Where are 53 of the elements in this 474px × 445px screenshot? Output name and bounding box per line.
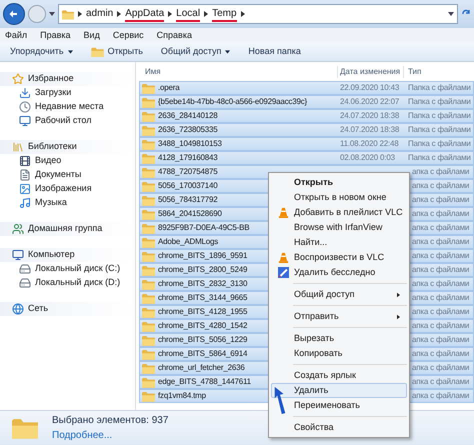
file-name: fzq1vm84.tmp bbox=[158, 390, 206, 402]
file-name: chrome_BITS_5056_1229 bbox=[158, 334, 248, 346]
type-cell: апка с файлами bbox=[412, 222, 470, 234]
file-name: {b5ebe14b-47bb-48c0-a566-e0929aacc39c} bbox=[158, 96, 307, 108]
file-name: 8925F9B7-D0EA-49C5-BB bbox=[158, 222, 250, 234]
date-cell-text: 22.09.2020 10:43 bbox=[339, 82, 400, 94]
file-name: 5864_2041528690 bbox=[158, 208, 222, 220]
file-name: edge_BITS_4788_1447611 bbox=[158, 376, 251, 388]
type-cell-text: Папка с файлами bbox=[407, 124, 471, 136]
file-name: 2636_723805335 bbox=[158, 124, 218, 136]
type-cell: апка с файлами bbox=[412, 306, 470, 318]
type-cell: апка с файлами bbox=[412, 334, 470, 346]
file-name: chrome_BITS_2832_3130 bbox=[158, 278, 248, 290]
file-name: 3488_1049810153 bbox=[158, 138, 222, 150]
type-cell: апка с файлами bbox=[412, 348, 470, 360]
type-cell-text: Папка с файлами bbox=[407, 110, 471, 122]
date-cell-text: 02.08.2020 0:03 bbox=[339, 152, 396, 164]
selection-count: Выбрано элементов: 937 bbox=[52, 414, 168, 428]
date-cell-text: 24.06.2020 22:07 bbox=[339, 96, 400, 108]
date-cell-text: 24.07.2020 18:38 bbox=[339, 110, 400, 122]
file-name: 4128_179160843 bbox=[158, 152, 218, 164]
file-name: chrome_BITS_4128_1955 bbox=[158, 306, 248, 318]
type-cell-text: Папка с файлами bbox=[407, 96, 471, 108]
file-name: 5056_784317792 bbox=[158, 194, 218, 206]
file-name: 4788_720754875 bbox=[158, 166, 218, 178]
type-cell: апка с файлами bbox=[412, 390, 470, 402]
type-cell-text: Папка с файлами bbox=[407, 138, 471, 150]
file-name: chrome_BITS_1896_9591 bbox=[158, 250, 248, 262]
file-name: chrome_BITS_3144_9665 bbox=[158, 292, 248, 304]
date-cell-text: 24.07.2020 18:38 bbox=[339, 124, 400, 136]
file-name: chrome_url_fetcher_2636 bbox=[158, 362, 245, 374]
type-cell: апка с файлами bbox=[412, 376, 470, 388]
type-cell: апка с файлами bbox=[412, 362, 470, 374]
file-name: chrome_BITS_2800_5249 bbox=[158, 264, 248, 276]
type-cell-text: Папка с файлами bbox=[407, 152, 471, 164]
type-cell: апка с файлами bbox=[412, 180, 470, 192]
type-cell: апка с файлами bbox=[412, 166, 470, 178]
date-cell-text: 11.08.2020 22:48 bbox=[339, 138, 400, 150]
type-cell: апка с файлами bbox=[412, 194, 470, 206]
type-cell: апка с файлами bbox=[412, 278, 470, 290]
file-name: chrome_BITS_4280_1542 bbox=[158, 320, 248, 332]
file-name: chrome_BITS_5864_6914 bbox=[158, 348, 248, 360]
type-cell-text: Папка с файлами bbox=[407, 82, 471, 94]
type-cell: апка с файлами bbox=[412, 264, 470, 276]
file-name: Adobe_ADMLogs bbox=[158, 236, 218, 248]
type-cell: апка с файлами bbox=[412, 320, 470, 332]
file-name: 5056_170037140 bbox=[158, 180, 218, 192]
type-cell: апка с файлами bbox=[412, 236, 470, 248]
type-cell: апка с файлами bbox=[412, 208, 470, 220]
file-name: .opera bbox=[158, 82, 180, 94]
file-name: 2636_284140128 bbox=[158, 110, 218, 122]
type-cell: апка с файлами bbox=[412, 250, 470, 262]
type-cell: апка с файлами bbox=[412, 292, 470, 304]
